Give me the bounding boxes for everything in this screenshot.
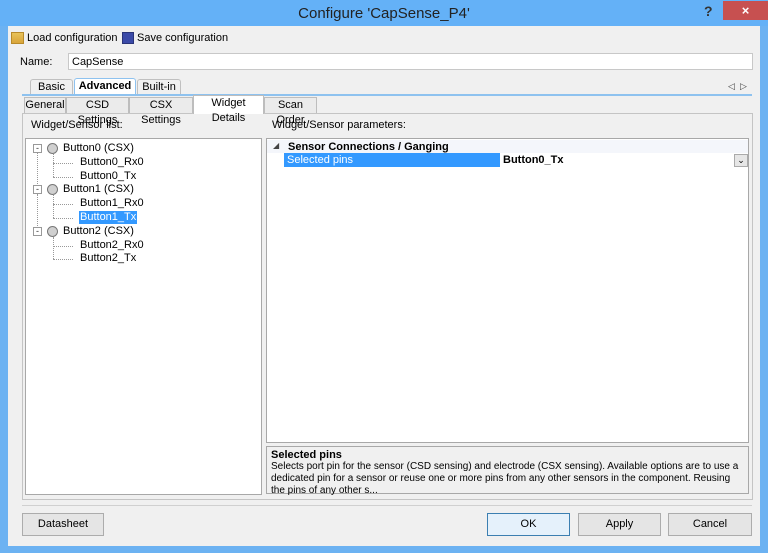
tree-sensor-node[interactable]: Button2_Rx0 bbox=[80, 239, 144, 252]
load-configuration-button[interactable]: Load configuration bbox=[11, 30, 118, 45]
tree-sensor-node[interactable]: Button2_Tx bbox=[80, 252, 136, 265]
apply-button[interactable]: Apply bbox=[578, 513, 661, 536]
tab-basic[interactable]: Basic bbox=[30, 79, 73, 95]
help-button[interactable]: ? bbox=[704, 3, 713, 19]
tree-line bbox=[53, 245, 73, 247]
tab-strip-line bbox=[22, 94, 752, 96]
cancel-button[interactable]: Cancel bbox=[668, 513, 752, 536]
floppy-disk-icon bbox=[122, 31, 134, 44]
collapse-toggle-icon[interactable]: - bbox=[33, 185, 42, 195]
close-button[interactable]: × bbox=[723, 1, 768, 20]
widget-circle-icon bbox=[47, 184, 58, 196]
widget-sensor-parameters-label: Widget/Sensor parameters: bbox=[272, 119, 406, 131]
ok-button[interactable]: OK bbox=[487, 513, 570, 536]
tree-line bbox=[53, 204, 73, 206]
save-configuration-label: Save configuration bbox=[137, 31, 229, 44]
tree-line bbox=[53, 162, 73, 164]
tree-line bbox=[53, 176, 73, 178]
save-configuration-button[interactable]: Save configuration bbox=[122, 30, 228, 45]
widget-circle-icon bbox=[47, 225, 58, 237]
folder-open-icon bbox=[11, 31, 24, 44]
collapse-toggle-icon[interactable]: - bbox=[33, 144, 42, 153]
description-box: Selected pins Selects port pin for the s… bbox=[266, 446, 749, 496]
tree-line bbox=[53, 218, 73, 219]
description-text: Selects port pin for the sensor (CSD sen… bbox=[271, 461, 739, 496]
tree-widget-node[interactable]: Button0 (CSX) bbox=[63, 142, 134, 155]
widget-sensor-list-label: Widget/Sensor list: bbox=[31, 119, 123, 131]
widget-circle-icon bbox=[47, 143, 58, 154]
tree-sensor-node[interactable]: Button0_Rx0 bbox=[80, 156, 144, 169]
tab-advanced[interactable]: Advanced bbox=[74, 78, 136, 95]
tab-csx-settings[interactable]: CSX Settings bbox=[129, 97, 193, 126]
description-title: Selected pins bbox=[271, 449, 342, 461]
name-label: Name: bbox=[20, 56, 53, 68]
footer-separator bbox=[22, 505, 752, 506]
dropdown-chevron-icon[interactable]: ⌄ bbox=[734, 154, 748, 167]
window-title: Configure 'CapSense_P4' bbox=[298, 5, 470, 22]
datasheet-button[interactable]: Datasheet bbox=[22, 513, 104, 536]
selected-pins-property[interactable]: Selected pins bbox=[284, 153, 500, 167]
tab-scan-order[interactable]: Scan Order bbox=[264, 97, 317, 126]
scroll-tabs-left-icon[interactable]: ◁ bbox=[728, 81, 735, 92]
tab-built-in[interactable]: Built-in bbox=[137, 79, 181, 95]
property-grid[interactable] bbox=[266, 138, 749, 443]
tree-sensor-node[interactable]: Button0_Tx bbox=[80, 170, 136, 183]
name-input[interactable] bbox=[68, 53, 753, 70]
category-label: Sensor Connections / Ganging bbox=[288, 141, 449, 153]
load-configuration-label: Load configuration bbox=[27, 31, 118, 44]
tree-widget-node[interactable]: Button2 (CSX) bbox=[63, 225, 134, 238]
scroll-tabs-right-icon[interactable]: ▷ bbox=[740, 81, 747, 92]
tab-widget-details[interactable]: Widget Details bbox=[193, 95, 264, 124]
tree-line bbox=[53, 236, 54, 260]
tab-csd-settings[interactable]: CSD Settings bbox=[66, 97, 129, 126]
tree-widget-node[interactable]: Button1 (CSX) bbox=[63, 183, 134, 196]
tab-general[interactable]: General bbox=[24, 97, 66, 113]
tree-line bbox=[53, 154, 54, 177]
tree-sensor-node[interactable]: Button1_Rx0 bbox=[80, 197, 144, 210]
tree-line bbox=[53, 259, 73, 261]
widget-sensor-tree[interactable]: - Button0 (CSX) Button0_Rx0 Button0_Tx - Butt… bbox=[25, 138, 262, 495]
tree-line bbox=[53, 195, 54, 218]
selected-pins-value[interactable]: Button0_Tx bbox=[503, 153, 564, 167]
collapse-triangle-icon[interactable]: ◢ bbox=[273, 141, 279, 150]
collapse-toggle-icon[interactable]: - bbox=[33, 226, 42, 236]
tree-sensor-node[interactable]: Button1_Tx bbox=[79, 211, 138, 224]
